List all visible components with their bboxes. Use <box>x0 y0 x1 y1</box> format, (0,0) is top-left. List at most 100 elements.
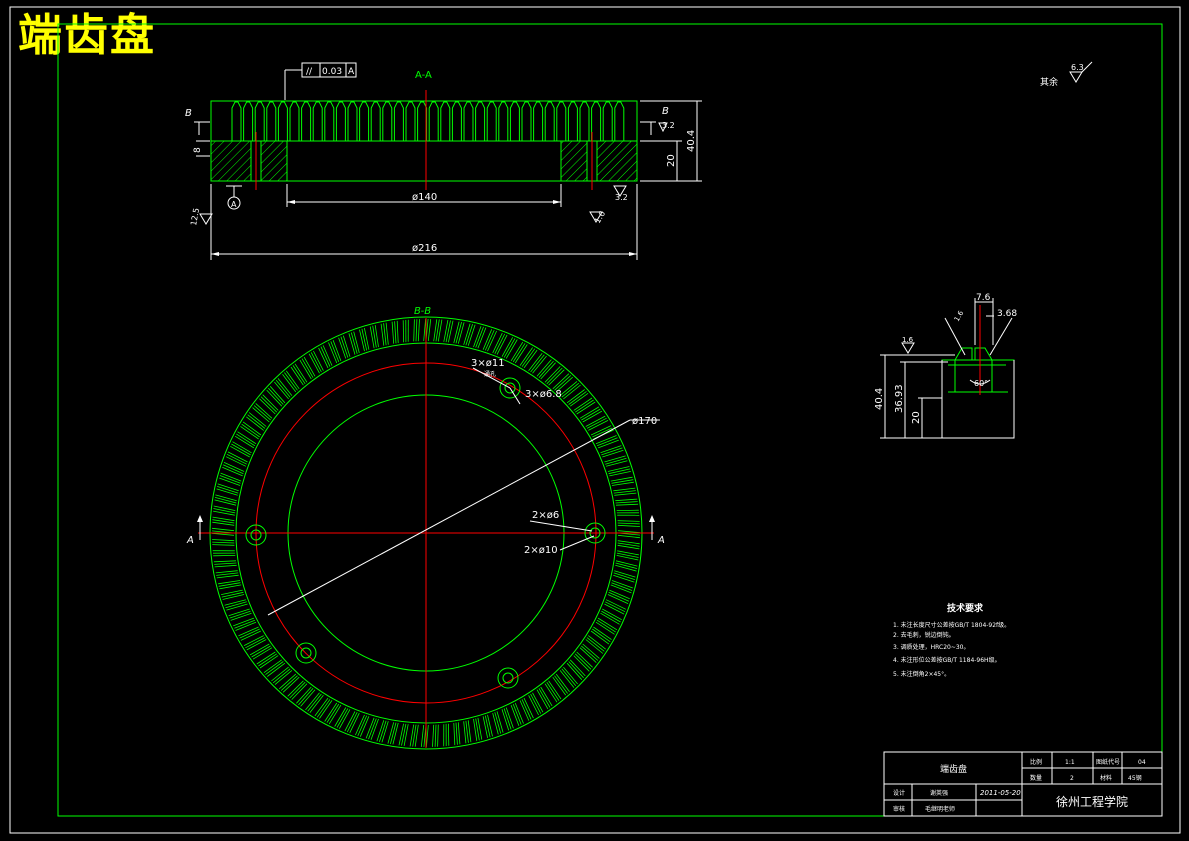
bb-tooth <box>510 702 524 726</box>
bb-tooth <box>536 359 556 380</box>
bb-tooth <box>246 412 267 431</box>
aa-tooth <box>509 101 520 141</box>
aa-dim-d140: ø140 <box>412 192 437 203</box>
bb-tooth <box>256 651 279 669</box>
detail-w368: 3.68 <box>997 309 1017 319</box>
section-aa-label: A-A <box>415 70 432 81</box>
detail-w76: 7.6 <box>976 293 991 303</box>
aa-dim-d216: ø216 <box>412 243 437 254</box>
bb-tooth <box>259 394 279 415</box>
bb-tooth <box>473 326 487 349</box>
bb-tooth <box>359 328 370 352</box>
bb-tooth <box>528 353 547 374</box>
bb-tooth <box>305 692 324 713</box>
title-block-text: 端齿盘 比例 1:1 图纸代号 04 数量 2 材料 45钢 设计 谢英强 20… <box>893 758 1146 813</box>
tb-drawing-no: 04 <box>1138 759 1146 766</box>
bb-tooth <box>613 487 637 496</box>
aa-tooth <box>254 101 265 141</box>
drawing-canvas: A-A // 0.03 A B B 40.4 20 3.2 8 A 3.2 1.… <box>9 6 1181 834</box>
bb-dim-d170: ø170 <box>632 416 657 427</box>
bb-tooth <box>432 724 439 747</box>
bb-tooth <box>376 720 389 743</box>
aa-tooth <box>498 101 509 141</box>
bb-tooth <box>216 483 239 496</box>
bb-tooth <box>271 666 293 685</box>
bb-tooth <box>463 720 472 744</box>
rest-note: 其余 <box>1040 76 1058 88</box>
aa-tooth <box>266 101 277 141</box>
aa-tooth <box>405 101 416 141</box>
bb-dim-holes11-note: 通孔 <box>484 370 496 378</box>
aa-tooth <box>475 101 486 141</box>
bb-tooth <box>600 445 624 458</box>
aa-tooth <box>312 101 323 141</box>
bb-tooth <box>616 509 640 516</box>
bb-tooth <box>482 329 497 352</box>
bb-tooth <box>443 320 454 343</box>
aa-tooth <box>486 101 497 141</box>
aa-tooth <box>556 101 567 141</box>
bb-tooth <box>222 462 245 477</box>
bb-dim-holes10: 2×ø10 <box>524 545 558 556</box>
tb-material-value: 45钢 <box>1128 774 1142 782</box>
bb-tooth <box>402 319 409 343</box>
tolerance-datum: A <box>348 67 355 77</box>
bb-tooth <box>559 666 578 688</box>
aa-tooth <box>347 101 358 141</box>
bb-tooth <box>413 319 420 342</box>
aa-tooth <box>370 101 381 141</box>
aa-dim-h40: 40.4 <box>686 130 697 152</box>
a-left-label: A <box>186 535 194 546</box>
tb-drawing-no-label: 图纸代号 <box>1096 758 1120 766</box>
bb-tooth <box>573 651 593 672</box>
b-left-label: B <box>185 108 192 119</box>
bb-tooth <box>212 550 236 557</box>
bb-tooth <box>482 714 493 738</box>
bb-tooth <box>610 580 633 594</box>
bb-tooth <box>219 472 242 486</box>
bb-tooth <box>240 421 262 440</box>
bb-tooth <box>501 707 514 731</box>
bb-tooth <box>544 366 565 386</box>
aa-rough-125: 12.5 <box>189 207 201 226</box>
aa-tooth <box>614 101 625 141</box>
aa-tooth <box>451 101 462 141</box>
bb-tooth <box>590 626 612 645</box>
bb-tooth <box>615 498 639 506</box>
bb-tooth <box>212 539 235 546</box>
bb-tooth <box>579 643 600 663</box>
bb-tooth <box>615 560 638 572</box>
rest-roughness: 6.3 <box>1071 63 1084 72</box>
bb-tooth <box>287 680 308 700</box>
bb-tooth <box>552 673 570 696</box>
tech-item-4: 4. 未注形位公差按GB/T 1184-96H级。 <box>893 656 1001 664</box>
bb-tooth <box>213 505 236 516</box>
section-aa-view: A-A // 0.03 A B B 40.4 20 3.2 8 A 3.2 1.… <box>185 62 702 260</box>
d170-leader <box>267 419 631 616</box>
bb-tooth <box>595 435 619 449</box>
bb-tooth <box>420 724 429 748</box>
bb-tooth <box>369 325 379 349</box>
tb-school: 徐州工程学院 <box>1056 794 1128 809</box>
tb-design-label: 设计 <box>893 789 905 797</box>
tb-qty-value: 2 <box>1070 775 1074 782</box>
bb-tooth <box>263 659 286 677</box>
bb-tooth <box>252 403 273 423</box>
bb-tooth <box>266 386 286 407</box>
detail-rough-b: 1.6 <box>953 309 966 323</box>
bb-tooth <box>282 370 300 393</box>
detail-rough-a: 1.6 <box>902 336 914 344</box>
aa-tooth <box>243 101 254 141</box>
aa-rough-bottom: 3.2 <box>615 193 628 202</box>
bb-tooth <box>473 717 483 741</box>
bb-tooth <box>314 697 333 719</box>
bb-tooth <box>617 520 640 527</box>
bb-tooth <box>433 319 443 342</box>
bb-tooth <box>290 363 308 386</box>
bb-tooth <box>387 722 399 745</box>
detail-h3693: 36.93 <box>894 384 905 413</box>
aa-tooth <box>359 101 370 141</box>
bb-tooth <box>365 717 379 740</box>
aa-tooth <box>277 101 288 141</box>
detail-angle: 60° <box>974 379 988 388</box>
